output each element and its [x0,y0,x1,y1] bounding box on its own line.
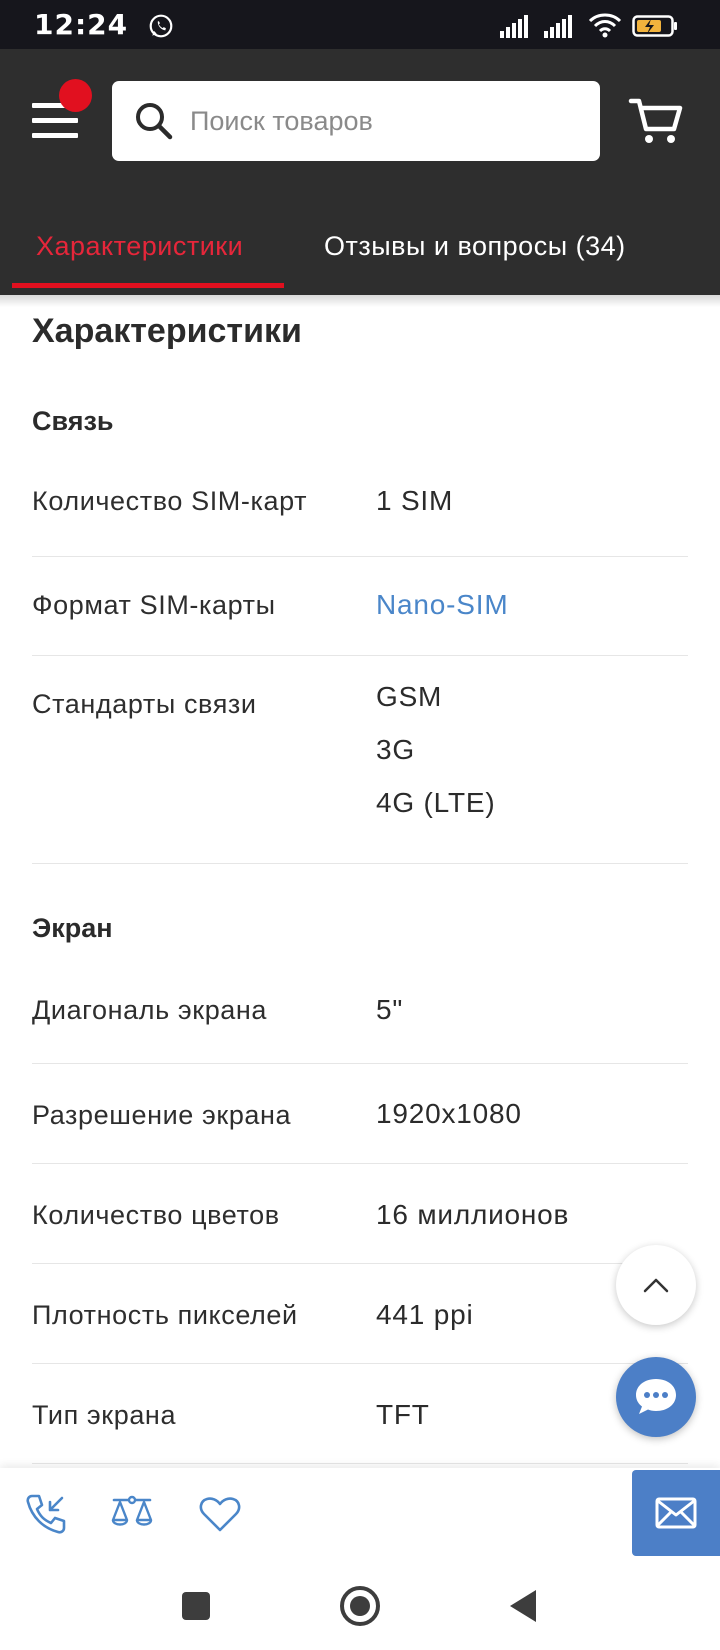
spec-row: Количество SIM-карт 1 SIM [32,450,688,557]
mail-button[interactable] [632,1470,720,1556]
spec-row: Стандарты связи GSM 3G 4G (LTE) [32,656,688,864]
recent-apps-icon[interactable] [174,1584,218,1628]
menu-icon-bar [32,118,78,123]
mail-icon [655,1497,697,1529]
spec-row: Разрешение экрана 1920x1080 [32,1064,688,1164]
spec-value: GSM [376,681,443,712]
search-icon[interactable] [132,99,176,143]
tab-characteristics[interactable]: Характеристики [36,231,243,262]
spec-label: Плотность пикселей [32,1300,298,1330]
status-time: 12:24 [34,8,129,41]
home-icon[interactable] [338,1584,382,1628]
back-icon[interactable] [502,1584,546,1628]
tab-reviews[interactable]: Отзывы и вопросы (34) [324,231,626,262]
spec-label: Количество цветов [32,1200,280,1230]
spec-label: Количество SIM-карт [32,486,308,516]
compare-scales-icon[interactable] [108,1490,156,1538]
battery-icon [632,15,677,37]
tabs: Характеристики Отзывы и вопросы (34) [0,221,720,295]
signal-icon-2 [544,15,572,38]
spec-label: Тип экрана [32,1400,177,1430]
spec-label: Стандарты связи [32,689,257,719]
spec-label: Диагональ экрана [32,995,268,1025]
spec-row: Плотность пикселей 441 ppi [32,1264,688,1364]
section-title-screen: Экран [32,913,113,943]
spec-label: Разрешение экрана [32,1100,292,1130]
spec-value-list: GSM 3G 4G (LTE) [376,670,495,829]
status-bar: 12:24 [0,0,720,49]
section-title-connection: Связь [32,406,114,436]
spec-row: Тип экрана TFT [32,1364,688,1464]
signal-icon [500,15,528,38]
chat-icon [636,1379,676,1414]
spec-value: 3G [376,734,415,765]
header-shadow [0,295,720,307]
chat-button[interactable] [616,1357,696,1437]
spec-value: 16 миллионов [376,1199,570,1230]
chevron-up-icon [643,1278,669,1293]
cart-icon[interactable] [628,93,684,149]
spec-value: 441 ppi [376,1299,474,1330]
spec-value: 1920x1080 [376,1098,522,1129]
spec-row: Количество цветов 16 миллионов [32,1164,688,1264]
spec-value: TFT [376,1399,430,1430]
spec-value: 5" [376,994,404,1025]
search-box[interactable] [112,81,600,161]
app-header: Характеристики Отзывы и вопросы (34) [0,49,720,295]
menu-icon-bar [32,133,78,138]
active-tab-indicator [12,283,284,288]
whatsapp-icon [149,14,173,38]
spec-value: 1 SIM [376,485,454,516]
wifi-icon [588,13,622,38]
spec-row: Формат SIM-карты Nano-SIM [32,557,688,656]
spec-label: Формат SIM-карты [32,590,276,620]
status-icons [500,12,678,38]
spec-row: Диагональ экрана 5" [32,958,688,1064]
spec-value: 4G (LTE) [376,787,496,818]
callback-phone-icon[interactable] [22,1490,70,1538]
spec-value-link[interactable]: Nano-SIM [376,589,508,621]
search-input[interactable] [190,105,570,137]
scroll-to-top-button[interactable] [616,1245,696,1325]
page-title: Характеристики [32,312,302,350]
notification-dot [59,79,92,112]
system-nav-bar [0,1562,720,1650]
bottom-action-bar [0,1468,720,1562]
heart-icon[interactable] [196,1490,244,1538]
